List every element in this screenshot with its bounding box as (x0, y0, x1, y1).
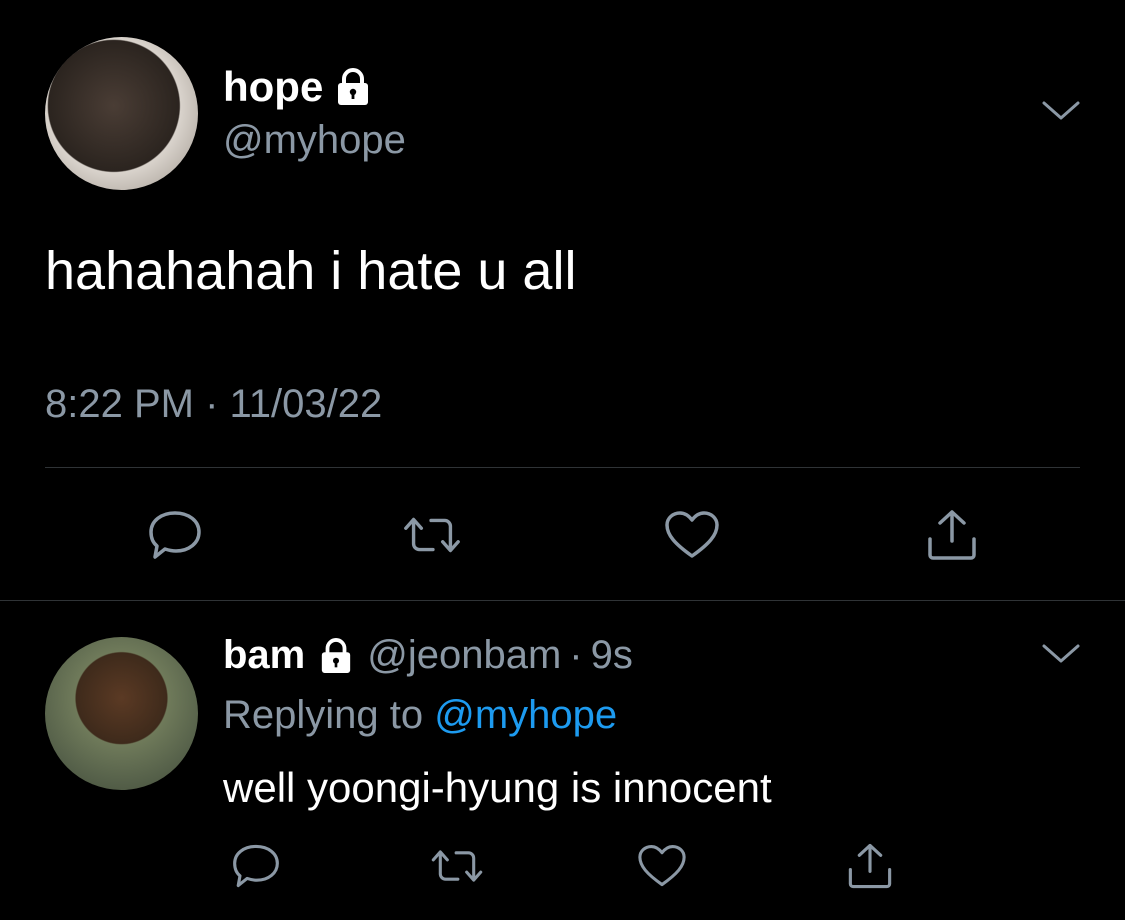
like-icon (665, 511, 719, 558)
reply-tweet-display-name[interactable]: bam (223, 633, 305, 678)
reply-icon (149, 511, 201, 559)
chevron-down-icon[interactable] (1040, 97, 1082, 125)
retweet-icon (431, 850, 483, 882)
share-icon (848, 843, 892, 889)
retweet-button[interactable] (400, 503, 464, 567)
reply-tweet-time[interactable]: 9s (591, 633, 633, 678)
separator-dot: · (569, 633, 583, 677)
share-icon (928, 510, 976, 560)
reply-button[interactable] (226, 836, 286, 896)
like-button[interactable] (632, 836, 692, 896)
main-tweet-avatar[interactable] (45, 37, 198, 190)
reply-tweet-text: well yoongi-hyung is innocent (223, 764, 772, 811)
retweet-icon (404, 517, 460, 553)
retweet-button[interactable] (427, 836, 487, 896)
lock-icon (319, 637, 353, 675)
main-tweet-text: hahahahah i hate u all (45, 241, 577, 301)
reply-button[interactable] (143, 503, 207, 567)
main-tweet-timestamp[interactable]: 8:22 PM · 11/03/22 (45, 382, 382, 427)
reply-tweet-handle[interactable]: @jeonbam (367, 633, 561, 678)
like-button[interactable] (660, 503, 724, 567)
divider (45, 467, 1080, 468)
replying-to-mention[interactable]: @myhope (434, 693, 617, 737)
share-button[interactable] (920, 503, 984, 567)
chevron-down-icon[interactable] (1040, 640, 1082, 668)
replying-to-line: Replying to @myhope (223, 693, 617, 738)
main-tweet-display-name[interactable]: hope (223, 63, 323, 111)
replying-to-label: Replying to (223, 693, 424, 737)
divider (0, 600, 1125, 601)
main-tweet-author[interactable]: hope (223, 63, 371, 111)
lock-icon (335, 67, 371, 107)
share-button[interactable] (840, 836, 900, 896)
reply-tweet-header: bam @jeonbam · 9s (223, 633, 633, 678)
reply-icon (233, 844, 279, 888)
main-tweet-handle[interactable]: @myhope (223, 118, 406, 163)
reply-tweet-avatar[interactable] (45, 637, 198, 790)
like-icon (638, 844, 686, 887)
